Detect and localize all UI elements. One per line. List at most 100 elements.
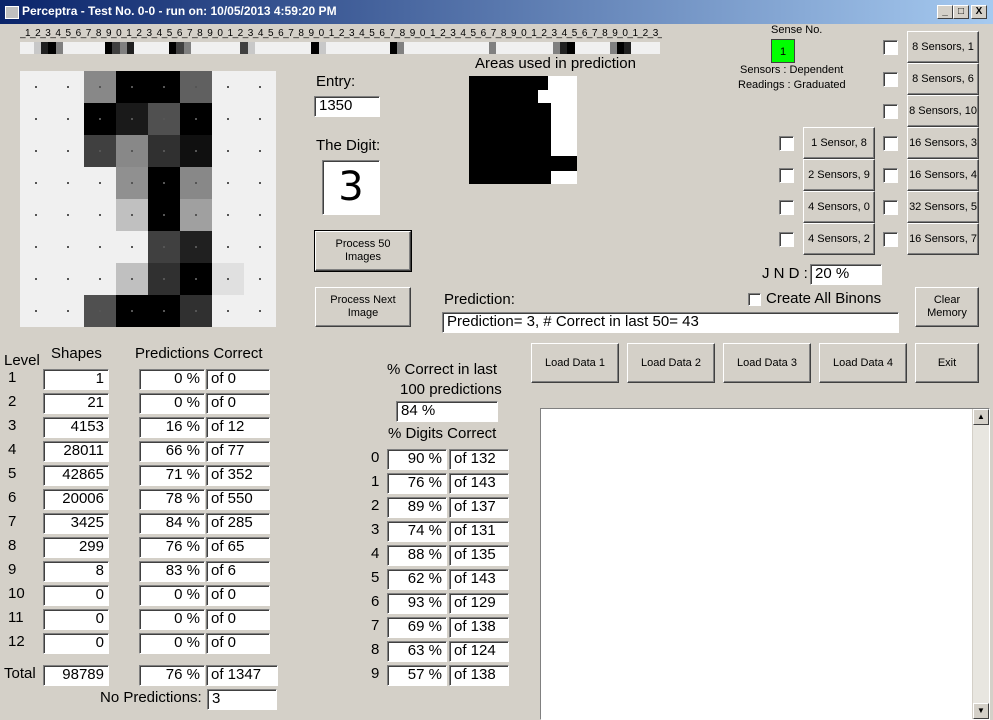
button-8-sensors-10[interactable]: 8 Sensors, 10 bbox=[907, 95, 979, 127]
prediction-field[interactable]: Prediction= 3, # Correct in last 50= 43 bbox=[442, 312, 899, 333]
level-of: of 285 bbox=[206, 513, 270, 534]
pixel-cell bbox=[84, 103, 116, 135]
pixel-cell bbox=[148, 167, 180, 199]
checkbox-8-sensors-10[interactable] bbox=[883, 104, 898, 119]
button-16-sensors-4[interactable]: 16 Sensors, 4 bbox=[907, 159, 979, 191]
last100-field: 84 % bbox=[396, 401, 498, 422]
level-number: 3 bbox=[8, 417, 17, 434]
checkbox-16-sensors-4[interactable] bbox=[883, 168, 898, 183]
sense-number[interactable]: 1 bbox=[771, 39, 795, 63]
button-2-sensors-9[interactable]: 2 Sensors, 9 bbox=[803, 159, 875, 191]
checkbox-4-sensors-2[interactable] bbox=[779, 232, 794, 247]
digit-label: The Digit: bbox=[316, 137, 381, 154]
load-data-2-button[interactable]: Load Data 2 bbox=[627, 343, 715, 383]
process-next-button[interactable]: Process Next Image bbox=[315, 287, 411, 327]
pixel-cell bbox=[20, 199, 52, 231]
digit-pct: 90 % bbox=[387, 449, 447, 470]
sensor-cell bbox=[631, 42, 639, 54]
pixel-cell bbox=[244, 71, 276, 103]
sensor-cell bbox=[368, 42, 376, 54]
sensor-cell bbox=[169, 42, 177, 54]
button-16-sensors-3[interactable]: 16 Sensors, 3 bbox=[907, 127, 979, 159]
sensor-cell bbox=[98, 42, 106, 54]
load-data-3-button[interactable]: Load Data 3 bbox=[723, 343, 811, 383]
pixel-cell bbox=[52, 167, 84, 199]
pixel-cell bbox=[84, 263, 116, 295]
maximize-button[interactable]: □ bbox=[953, 5, 969, 19]
pixel-cell bbox=[116, 199, 148, 231]
checkbox-16-sensors-7[interactable] bbox=[883, 232, 898, 247]
digit-of: of 138 bbox=[449, 665, 509, 686]
sensor-cell bbox=[475, 42, 483, 54]
sensor-cell bbox=[375, 42, 383, 54]
pixel-cell bbox=[116, 103, 148, 135]
pixel-cell bbox=[244, 263, 276, 295]
scroll-down-icon[interactable]: ▼ bbox=[973, 703, 989, 719]
button-16-sensors-7[interactable]: 16 Sensors, 7 bbox=[907, 223, 979, 255]
checkbox-2-sensors-9[interactable] bbox=[779, 168, 794, 183]
checkbox-16-sensors-3[interactable] bbox=[883, 136, 898, 151]
sensor-cell bbox=[538, 42, 547, 54]
digit-of: of 132 bbox=[449, 449, 509, 470]
checkbox-8-sensors-6[interactable] bbox=[883, 72, 898, 87]
button-8-sensors-6[interactable]: 8 Sensors, 6 bbox=[907, 63, 979, 95]
button-32-sensors-5[interactable]: 32 Sensors, 5 bbox=[907, 191, 979, 223]
button-8-sensors-1[interactable]: 8 Sensors, 1 bbox=[907, 31, 979, 63]
pixel-cell bbox=[212, 295, 244, 327]
pixel-cell bbox=[180, 135, 212, 167]
button-1-sensor-8[interactable]: 1 Sensor, 8 bbox=[803, 127, 875, 159]
pixel-cell bbox=[180, 263, 212, 295]
sensor-cell bbox=[41, 42, 49, 54]
level-pct: 0 % bbox=[139, 369, 205, 390]
pixel-cell bbox=[20, 71, 52, 103]
load-data-1-button[interactable]: Load Data 1 bbox=[531, 343, 619, 383]
checkbox-1-sensor-8[interactable] bbox=[779, 136, 794, 151]
digit-of: of 138 bbox=[449, 617, 509, 638]
sensor-cell bbox=[425, 42, 433, 54]
sensor-cell bbox=[268, 42, 276, 54]
level-number: 8 bbox=[8, 537, 17, 554]
pixel-cell bbox=[116, 295, 148, 327]
level-shapes: 0 bbox=[43, 585, 109, 606]
pixel-cell bbox=[52, 199, 84, 231]
sensor-cell bbox=[496, 42, 504, 54]
checkbox-8-sensors-1[interactable] bbox=[883, 40, 898, 55]
sensor-cell bbox=[147, 42, 156, 54]
level-shapes: 20006 bbox=[43, 489, 109, 510]
log-textarea[interactable]: ▲ ▼ bbox=[540, 408, 990, 720]
digit-number: 3 bbox=[371, 521, 380, 538]
process-50-button[interactable]: Process 50 Images bbox=[314, 230, 412, 272]
sensor-cell bbox=[403, 42, 412, 54]
digit-pct: 88 % bbox=[387, 545, 447, 566]
pixel-cell bbox=[20, 263, 52, 295]
entry-field[interactable]: 1350 bbox=[314, 96, 380, 117]
sensor-cell bbox=[446, 42, 454, 54]
create-all-binons-checkbox[interactable] bbox=[748, 293, 761, 306]
scroll-up-icon[interactable]: ▲ bbox=[973, 409, 989, 425]
checkbox-4-sensors-0[interactable] bbox=[779, 200, 794, 215]
load-data-4-button[interactable]: Load Data 4 bbox=[819, 343, 907, 383]
sensor-cell bbox=[389, 42, 397, 54]
pixel-cell bbox=[180, 103, 212, 135]
digits-correct-header: % Digits Correct bbox=[388, 425, 497, 442]
vertical-scrollbar[interactable]: ▲ ▼ bbox=[972, 409, 989, 719]
sensor-cell bbox=[197, 42, 205, 54]
level-header: Level bbox=[4, 352, 40, 369]
button-4-sensors-0[interactable]: 4 Sensors, 0 bbox=[803, 191, 875, 223]
level-pct: 83 % bbox=[139, 561, 205, 582]
pixel-cell bbox=[116, 231, 148, 263]
close-button[interactable]: X bbox=[971, 5, 987, 19]
level-shapes: 21 bbox=[43, 393, 109, 414]
checkbox-32-sensors-5[interactable] bbox=[883, 200, 898, 215]
total-pct: 76 % bbox=[139, 665, 205, 686]
pixel-cell bbox=[244, 199, 276, 231]
minimize-button[interactable]: _ bbox=[937, 5, 953, 19]
button-4-sensors-2[interactable]: 4 Sensors, 2 bbox=[803, 223, 875, 255]
pixel-cell bbox=[52, 263, 84, 295]
clear-memory-button[interactable]: Clear Memory bbox=[915, 287, 979, 327]
sensor-cell bbox=[112, 42, 120, 54]
digit-of: of 135 bbox=[449, 545, 509, 566]
sensor-cell bbox=[489, 42, 497, 54]
exit-button[interactable]: Exit bbox=[915, 343, 979, 383]
jnd-field[interactable]: 20 % bbox=[810, 264, 882, 285]
